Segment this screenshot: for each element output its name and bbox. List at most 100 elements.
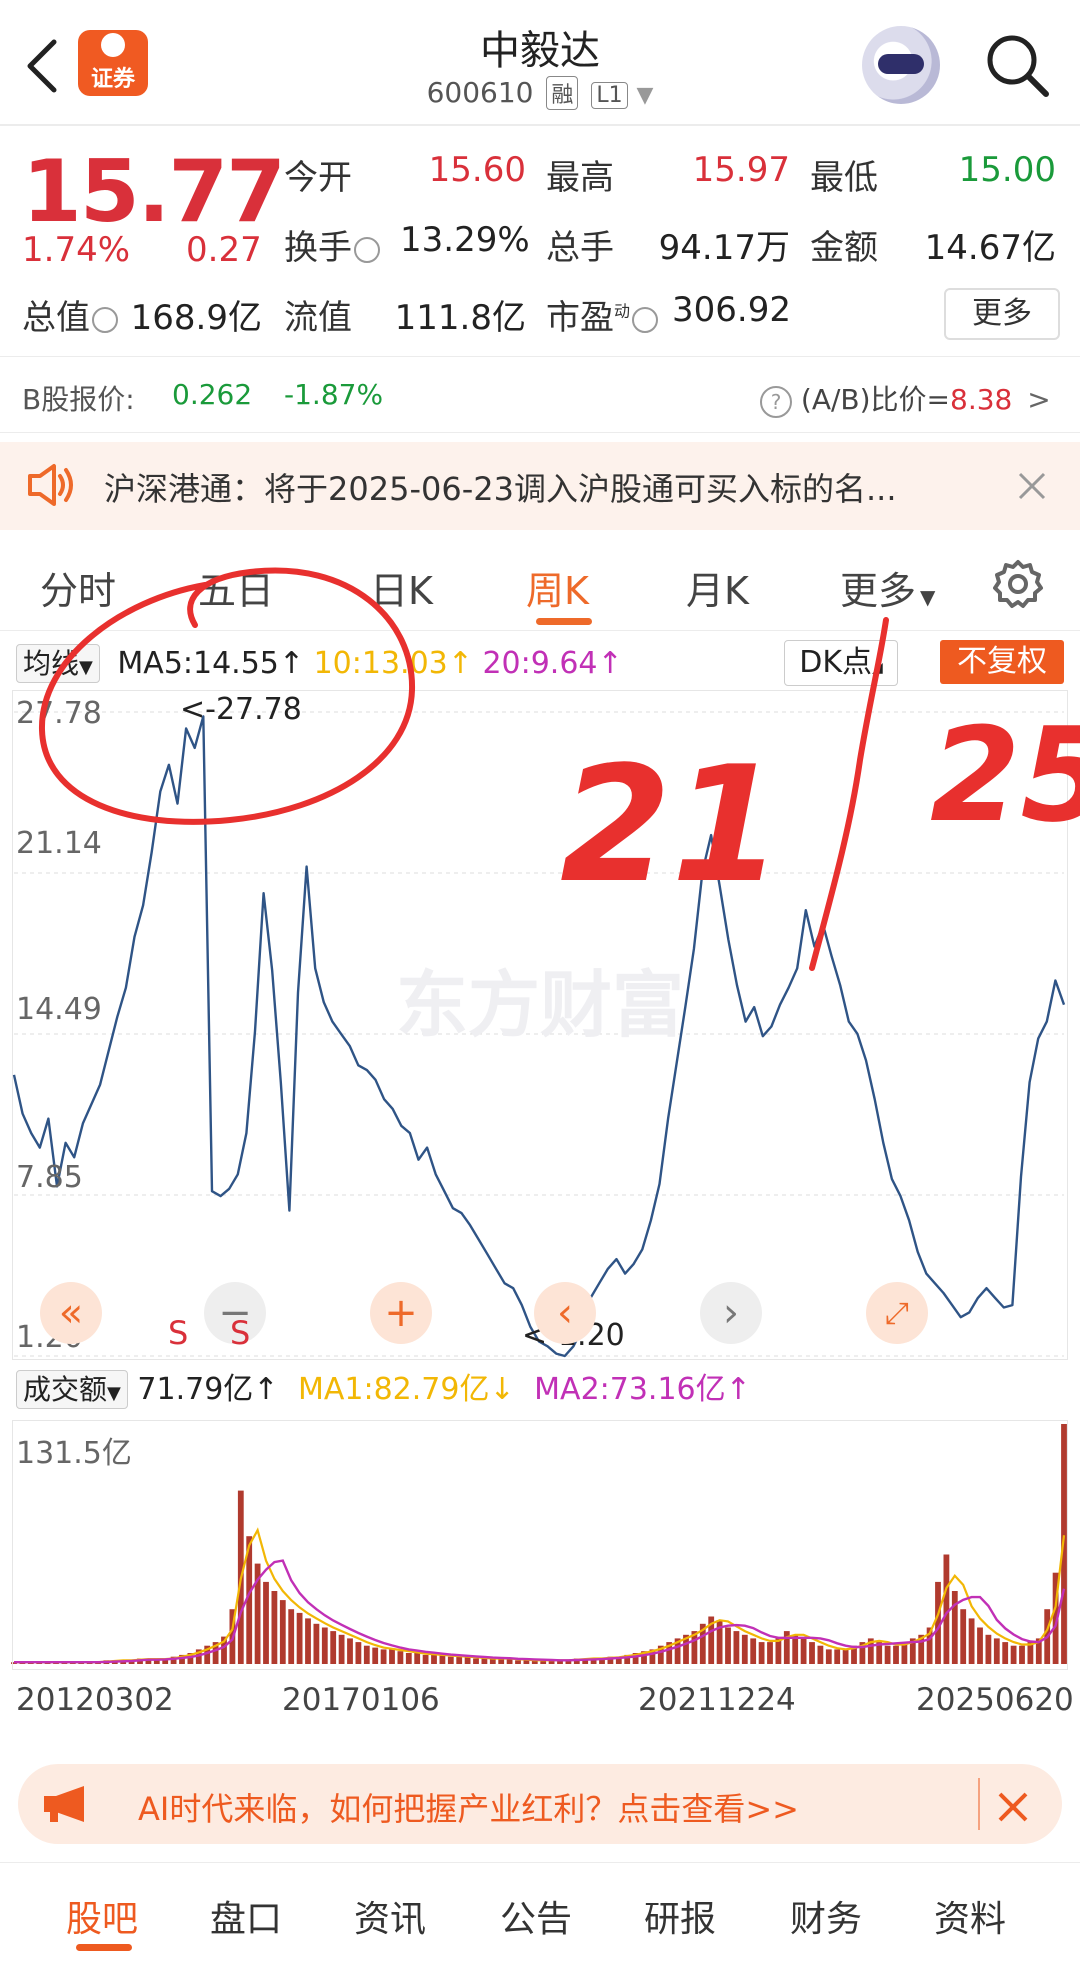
high-value: 15.97 [692,150,790,190]
assistant-robot-icon[interactable] [862,26,940,104]
low-value: 15.00 [958,150,1056,190]
bshare-label: B股报价: [22,383,135,416]
tab-week-k[interactable]: 周K [526,560,589,615]
sell-marker: S [168,1314,189,1352]
tab-profile[interactable]: 资料 [934,1890,1006,1942]
ad-separator [978,1778,980,1830]
plus-icon[interactable]: + [370,1282,432,1344]
volume-selector[interactable]: 成交额▼ [16,1370,128,1409]
high-label: 最高 [546,158,614,198]
change-pct: 1.74% [22,230,131,270]
y-tick-label: 7.85 [16,1160,83,1195]
amount-label: 金额 [810,228,878,268]
open-label: 今开 [284,158,352,198]
volume-header: 成交额▼ 71.79亿↑ MA1:82.79亿↓ MA2:73.16亿↑ [16,1364,751,1409]
settings-gear-icon[interactable] [992,558,1044,610]
chevron-right-icon: > [1027,383,1051,416]
float-value: 111.8亿 [394,298,526,338]
header-divider [0,124,1080,126]
prev-icon[interactable]: ‹ [534,1282,596,1344]
notice-text[interactable]: 沪深港通：将于2025-06-23调入沪股通可买入标的名... [104,464,897,510]
tabs-divider [0,630,1080,631]
volume-value: 94.17万 [658,228,790,268]
ma10-value: 10:13.03 [313,646,448,681]
bottom-divider [0,1862,1080,1863]
bshare-price: 0.262 [172,378,253,411]
pe-sup: 动 [614,301,631,321]
tab-more-label: 更多 [840,569,917,613]
mktcap-label[interactable]: 总值 [22,290,118,339]
robot-visor [878,54,924,74]
active-tab-underline [536,618,592,625]
level-tag: L1 [591,82,628,109]
y-tick-label: 14.49 [16,992,102,1027]
more-button[interactable]: 更多 [944,288,1060,340]
date-tick-label: 20250620 [916,1682,1074,1718]
date-tick-label: 20211224 [638,1682,796,1718]
volume-chart-frame[interactable] [12,1420,1068,1670]
date-tick-label: 20120302 [16,1682,174,1718]
quote-divider [0,356,1080,357]
ma20-value: 20:9.64 [482,646,598,681]
volume-ma2: MA2:73.16亿 [534,1372,726,1407]
tab-month-k[interactable]: 月K [686,560,749,615]
volume-label: 总手 [546,228,614,268]
tab-forum[interactable]: 股吧 [66,1890,138,1942]
ma5-value: MA5:14.55 [117,646,279,681]
ad-text[interactable]: AI时代来临，如何把握产业红利？点击查看>> [138,1784,799,1830]
stock-code: 600610 [426,76,534,109]
ab-ratio-label: (A/B)比价= [800,383,951,416]
tab-research[interactable]: 研报 [644,1890,716,1942]
tab-announcements[interactable]: 公告 [500,1890,572,1942]
pe-value: 306.92 [672,290,791,330]
date-tick-label: 20170106 [282,1682,440,1718]
volume-ma1: MA1:82.79亿 [297,1372,490,1407]
info-icon [354,236,380,263]
dk-point-label: DK点 [799,645,872,680]
ab-ratio-value: 8.38 [950,383,1013,416]
tab-news[interactable]: 资讯 [354,1890,426,1942]
tab-five-day[interactable]: 五日 [198,560,274,615]
close-icon[interactable] [1016,470,1048,502]
bshare-change: -1.87% [284,378,384,411]
tab-financials[interactable]: 财务 [790,1890,862,1942]
ab-ratio[interactable]: ? (A/B)比价=8.38 > [760,378,1051,418]
y-tick-label: 21.14 [16,826,102,861]
pe-label[interactable]: 市盈动 [546,290,659,339]
search-icon[interactable] [982,30,1052,100]
tab-more[interactable]: 更多 ▼ [840,560,935,615]
change-value: 0.27 [186,230,262,270]
amount-value: 14.67亿 [924,228,1056,268]
tab-intraday[interactable]: 分时 [40,560,116,615]
expand-icon[interactable]: ⤢ [866,1282,928,1344]
ad-close-icon[interactable] [996,1790,1030,1824]
volume-value: 71.79亿 [137,1372,254,1407]
speaker-icon [28,464,73,506]
info-icon [632,306,659,333]
float-label: 流值 [284,298,352,338]
rewind-icon[interactable]: « [40,1282,102,1344]
price-chart-frame[interactable] [12,690,1068,1360]
megaphone-icon [44,1786,84,1822]
tab-day-k[interactable]: 日K [370,560,433,615]
bottom-tab-underline [76,1944,132,1951]
mktcap-value: 168.9亿 [130,298,262,338]
help-icon: ? [760,386,792,418]
turnover-label[interactable]: 换手 [284,220,380,269]
low-label: 最低 [810,158,878,198]
ma-selector[interactable]: 均线▼ [16,644,100,683]
next-icon[interactable]: › [700,1282,762,1344]
margin-tag: 融 [546,76,579,110]
bshare-divider [0,432,1080,433]
y-tick-label: 27.78 [16,696,102,731]
high-marker-label: <-27.78 [180,692,302,727]
chevron-down-icon: ▼ [636,83,654,108]
sell-marker: S [230,1314,251,1352]
current-price: 15.77 [22,142,286,242]
turnover-value: 13.29% [400,220,530,260]
dk-point-button[interactable]: DK点◢ [784,640,898,686]
open-value: 15.60 [428,150,526,190]
volume-axis-top: 131.5亿 [16,1436,132,1471]
adjust-button[interactable]: 不复权 [940,640,1064,684]
tab-order-book[interactable]: 盘口 [210,1890,282,1942]
